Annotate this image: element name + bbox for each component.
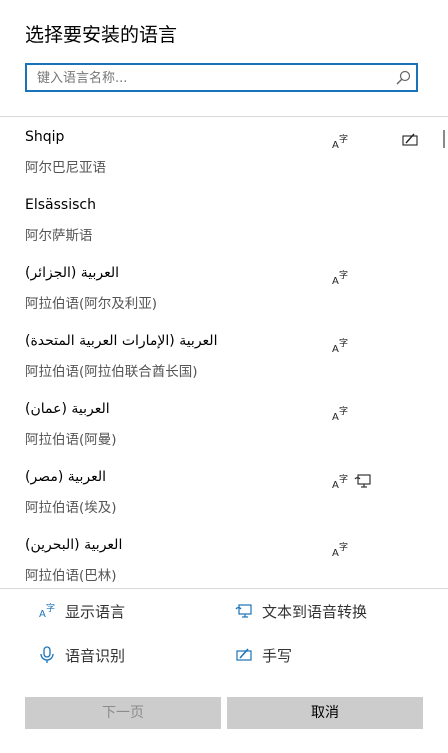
language-row[interactable]: العربية (البحرين) 阿拉伯语(巴林) A 字	[0, 525, 440, 587]
svg-text:字: 字	[339, 133, 348, 145]
search-box[interactable]	[25, 63, 418, 92]
next-button[interactable]: 下一页	[25, 697, 221, 729]
svg-text:字: 字	[339, 269, 348, 281]
svg-text:A: A	[332, 548, 339, 559]
language-row[interactable]: العربية (الجزائر) 阿拉伯语(阿尔及利亚) A 字	[0, 253, 440, 321]
scrollbar-thumb[interactable]	[443, 130, 445, 148]
language-list[interactable]: Shqip 阿尔巴尼亚语 A 字 Elsässisch 阿尔萨斯语 العربي…	[0, 117, 448, 587]
dialog-title: 选择要安装的语言	[25, 24, 178, 46]
language-subtitle: 阿拉伯语(阿拉伯联合酋长国)	[25, 364, 198, 380]
svg-text:字: 字	[339, 405, 348, 417]
legend-label: 显示语言	[65, 603, 126, 621]
display-language-icon: A 字	[332, 337, 348, 355]
svg-text:A: A	[39, 609, 46, 620]
svg-text:A: A	[332, 276, 339, 287]
display-language-icon: A 字	[332, 133, 348, 151]
svg-text:A: A	[332, 480, 339, 491]
language-subtitle: 阿拉伯语(埃及)	[25, 500, 117, 516]
language-subtitle: 阿尔巴尼亚语	[25, 160, 106, 176]
legend-label: 手写	[262, 647, 293, 665]
language-name: العربية (البحرين)	[25, 537, 123, 553]
language-name: العربية (عمان)	[25, 401, 110, 417]
svg-text:字: 字	[339, 337, 348, 349]
svg-text:A: A	[332, 344, 339, 355]
display-language-icon: A 字	[39, 602, 55, 620]
svg-text:字: 字	[339, 541, 348, 553]
language-row[interactable]: العربية (الإمارات العربية المتحدة) 阿拉伯语(…	[0, 321, 440, 389]
display-language-icon: A 字	[332, 269, 348, 287]
svg-text:A: A	[332, 412, 339, 423]
svg-text:字: 字	[339, 473, 348, 485]
legend-label: 语音识别	[65, 647, 126, 665]
microphone-icon	[40, 646, 54, 663]
language-subtitle: 阿尔萨斯语	[25, 228, 93, 244]
language-row[interactable]: Shqip 阿尔巴尼亚语 A 字	[0, 117, 440, 185]
language-name: العربية (الجزائر)	[25, 265, 120, 281]
language-row[interactable]: العربية (عمان) 阿拉伯语(阿曼) A 字	[0, 389, 440, 457]
text-to-speech-icon	[354, 474, 371, 488]
text-to-speech-icon	[235, 604, 252, 618]
cancel-button[interactable]: 取消	[227, 697, 423, 729]
search-input[interactable]	[37, 69, 387, 87]
display-language-icon: A 字	[332, 405, 348, 423]
display-language-icon: A 字	[332, 473, 348, 491]
svg-text:A: A	[332, 140, 339, 151]
language-name: Shqip	[25, 129, 65, 145]
handwriting-icon	[236, 648, 252, 661]
language-subtitle: 阿拉伯语(阿尔及利亚)	[25, 296, 158, 312]
handwriting-icon	[402, 133, 418, 146]
language-name: العربية (مصر)	[25, 469, 106, 485]
language-row[interactable]: العربية (مصر) 阿拉伯语(埃及) A 字	[0, 457, 440, 525]
display-language-icon: A 字	[332, 541, 348, 559]
divider	[0, 588, 448, 589]
language-row[interactable]: Elsässisch 阿尔萨斯语	[0, 185, 440, 253]
search-icon[interactable]	[395, 70, 411, 86]
legend-label: 文本到语音转换	[262, 603, 368, 621]
language-name: Elsässisch	[25, 197, 96, 213]
svg-text:字: 字	[46, 602, 55, 614]
language-subtitle: 阿拉伯语(巴林)	[25, 568, 117, 584]
language-subtitle: 阿拉伯语(阿曼)	[25, 432, 117, 448]
language-name: العربية (الإمارات العربية المتحدة)	[25, 333, 218, 349]
